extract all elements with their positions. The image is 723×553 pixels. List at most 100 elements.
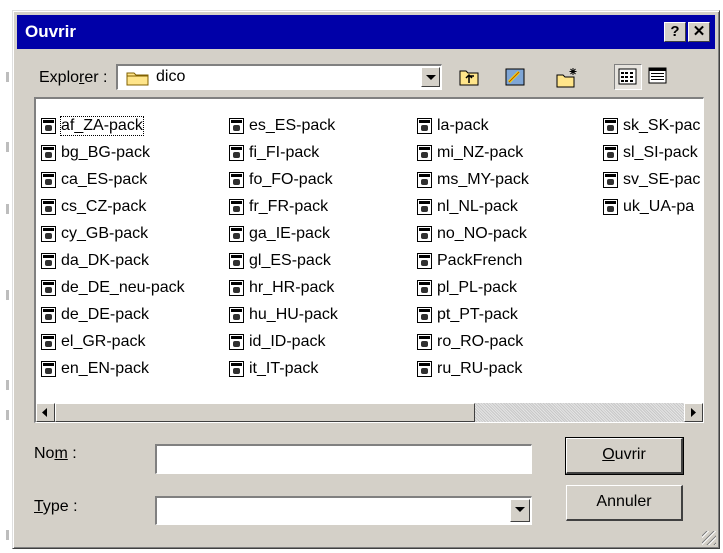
- list-item[interactable]: hr_HR-pack: [229, 274, 338, 301]
- list-item[interactable]: ga_IE-pack: [229, 220, 338, 247]
- list-item[interactable]: it_IT-pack: [229, 355, 338, 382]
- cancel-button[interactable]: Annuler: [566, 485, 683, 521]
- new-folder-icon: [556, 68, 577, 88]
- list-item[interactable]: no_NO-pack: [417, 220, 529, 247]
- list-item[interactable]: uk_UA-pa: [603, 193, 700, 220]
- list-item[interactable]: es_ES-pack: [229, 112, 338, 139]
- list-item[interactable]: de_DE-pack: [41, 301, 185, 328]
- file-icon: [229, 306, 244, 323]
- file-name: en_EN-pack: [61, 359, 150, 377]
- file-name: es_ES-pack: [249, 116, 336, 134]
- file-column: af_ZA-pack bg_BG-pack ca_ES-pack cs_CZ-p…: [41, 112, 185, 382]
- background-mark: [6, 142, 9, 152]
- list-item[interactable]: cs_CZ-pack: [41, 193, 185, 220]
- list-item[interactable]: sl_SI-pack: [603, 139, 700, 166]
- file-name: gl_ES-pack: [249, 251, 331, 269]
- list-view-button[interactable]: [614, 64, 642, 90]
- horizontal-scrollbar[interactable]: [36, 403, 703, 422]
- desktop-button[interactable]: [501, 64, 529, 90]
- file-icon: [417, 279, 432, 296]
- new-folder-button[interactable]: [552, 64, 580, 90]
- file-name: fr_FR-pack: [249, 197, 329, 215]
- file-icon: [417, 252, 432, 269]
- scroll-track[interactable]: [475, 403, 684, 422]
- list-item[interactable]: sk_SK-pac: [603, 112, 700, 139]
- file-icon: [41, 198, 56, 215]
- list-item[interactable]: pt_PT-pack: [417, 301, 529, 328]
- file-name: de_DE_neu-pack: [61, 278, 185, 296]
- list-item[interactable]: hu_HU-pack: [229, 301, 338, 328]
- file-icon: [603, 171, 618, 188]
- file-name: uk_UA-pa: [623, 197, 695, 215]
- file-icon: [229, 144, 244, 161]
- list-item[interactable]: fo_FO-pack: [229, 166, 338, 193]
- type-dropdown-button[interactable]: [510, 499, 530, 522]
- close-button[interactable]: ✕: [688, 22, 710, 42]
- list-item[interactable]: gl_ES-pack: [229, 247, 338, 274]
- list-item[interactable]: af_ZA-pack: [41, 112, 185, 139]
- name-field[interactable]: [155, 444, 532, 474]
- type-select[interactable]: [155, 496, 532, 525]
- list-item[interactable]: en_EN-pack: [41, 355, 185, 382]
- list-item[interactable]: fr_FR-pack: [229, 193, 338, 220]
- file-column: es_ES-pack fi_FI-pack fo_FO-pack fr_FR-p…: [229, 112, 338, 382]
- file-name: bg_BG-pack: [61, 143, 150, 161]
- list-item[interactable]: da_DK-pack: [41, 247, 185, 274]
- lookin-combobox[interactable]: dico: [116, 64, 442, 90]
- list-item[interactable]: de_DE_neu-pack: [41, 274, 185, 301]
- list-item[interactable]: el_GR-pack: [41, 328, 185, 355]
- list-item[interactable]: la-pack: [417, 112, 529, 139]
- file-name: sk_SK-pac: [623, 116, 701, 134]
- list-item[interactable]: ru_RU-pack: [417, 355, 529, 382]
- list-item[interactable]: mi_NZ-pack: [417, 139, 529, 166]
- title-bar[interactable]: Ouvrir ? ✕: [17, 15, 715, 49]
- list-item[interactable]: id_ID-pack: [229, 328, 338, 355]
- file-icon: [41, 306, 56, 323]
- type-label: Type :: [34, 498, 78, 515]
- up-one-level-button[interactable]: [455, 64, 483, 90]
- list-item[interactable]: nl_NL-pack: [417, 193, 529, 220]
- file-icon: [41, 144, 56, 161]
- resize-grip[interactable]: [702, 531, 716, 545]
- file-icon: [41, 252, 56, 269]
- file-icon: [229, 198, 244, 215]
- file-icon: [417, 144, 432, 161]
- list-item[interactable]: ro_RO-pack: [417, 328, 529, 355]
- list-item[interactable]: sv_SE-pac: [603, 166, 700, 193]
- scroll-left-button[interactable]: [36, 403, 55, 422]
- open-button[interactable]: Ouvrir: [565, 437, 684, 475]
- lookin-label: Explorer :: [39, 69, 108, 86]
- file-name: cs_CZ-pack: [61, 197, 147, 215]
- list-item[interactable]: PackFrench: [417, 247, 529, 274]
- up-folder-icon: [459, 70, 479, 86]
- scroll-thumb[interactable]: [55, 403, 475, 422]
- list-item[interactable]: fi_FI-pack: [229, 139, 338, 166]
- file-name: id_ID-pack: [249, 332, 326, 350]
- file-icon: [41, 117, 56, 134]
- folder-icon: [126, 72, 149, 86]
- file-icon: [41, 360, 56, 377]
- list-item[interactable]: ca_ES-pack: [41, 166, 185, 193]
- list-item[interactable]: ms_MY-pack: [417, 166, 529, 193]
- details-view-button[interactable]: [645, 64, 673, 90]
- file-name: la-pack: [437, 116, 489, 134]
- file-name: mi_NZ-pack: [437, 143, 524, 161]
- background-mark: [6, 380, 9, 390]
- name-label: Nom :: [34, 445, 77, 462]
- list-item[interactable]: bg_BG-pack: [41, 139, 185, 166]
- file-icon: [41, 225, 56, 242]
- file-icon: [417, 171, 432, 188]
- scroll-right-button[interactable]: [684, 403, 703, 422]
- help-button[interactable]: ?: [664, 22, 686, 42]
- list-item[interactable]: pl_PL-pack: [417, 274, 529, 301]
- file-name: nl_NL-pack: [437, 197, 518, 215]
- file-name: pl_PL-pack: [437, 278, 518, 296]
- file-name: el_GR-pack: [61, 332, 146, 350]
- file-list[interactable]: af_ZA-pack bg_BG-pack ca_ES-pack cs_CZ-p…: [34, 97, 704, 423]
- open-button-accel: O: [602, 446, 615, 463]
- file-name: de_DE-pack: [61, 305, 150, 323]
- file-name: PackFrench: [437, 251, 523, 269]
- lookin-dropdown-button[interactable]: [421, 67, 440, 87]
- file-column: sk_SK-pac sl_SI-pack sv_SE-pac uk_UA-pa: [603, 112, 700, 220]
- list-item[interactable]: cy_GB-pack: [41, 220, 185, 247]
